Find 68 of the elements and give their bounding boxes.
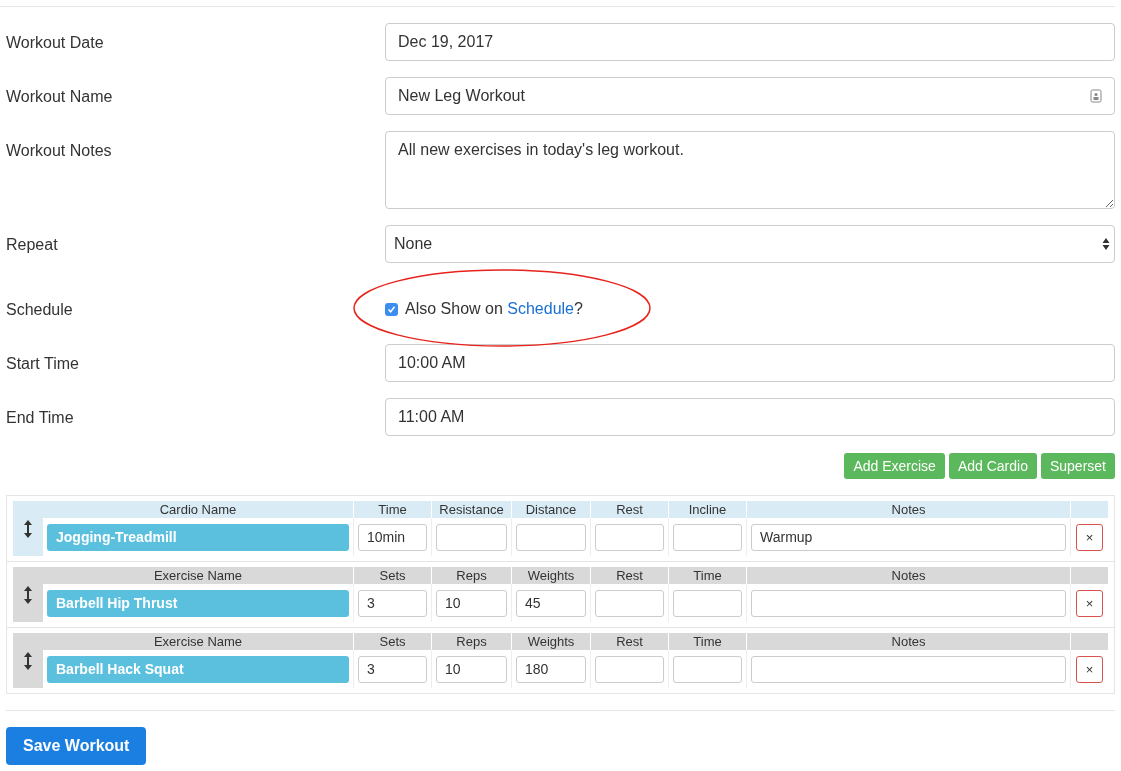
value-field[interactable]: 10min	[358, 523, 427, 551]
value-field[interactable]: 10	[436, 589, 507, 617]
column-header: Notes	[746, 567, 1070, 584]
column-header: Exercise Name	[152, 567, 244, 584]
text-field[interactable]: 11:00 AM	[385, 398, 1115, 436]
schedule-link[interactable]: Schedule	[507, 300, 574, 317]
checkbox[interactable]	[385, 302, 398, 316]
delete-button[interactable]: ×	[1076, 523, 1103, 551]
up-down-arrow-icon	[24, 585, 32, 604]
column-header: Exercise Name	[152, 633, 244, 650]
field-label: Start Time	[6, 355, 79, 372]
field-label: Schedule	[6, 301, 73, 318]
notes-field[interactable]: All new exercises in today's leg workout.	[385, 131, 1115, 209]
checkmark-icon	[387, 304, 396, 314]
value-field[interactable]	[595, 655, 664, 683]
delete-button[interactable]: ×	[1076, 655, 1103, 683]
text-field[interactable]: New Leg Workout	[385, 77, 1115, 115]
up-down-arrow-icon	[24, 651, 32, 670]
field-label: Workout Name	[6, 88, 113, 105]
contact-card-icon[interactable]	[1090, 89, 1102, 103]
notes-field[interactable]	[751, 655, 1066, 683]
notes-field[interactable]: Warmup	[751, 523, 1066, 551]
value-field[interactable]: 3	[358, 589, 427, 617]
column-header: Notes	[746, 501, 1070, 518]
field-label: End Time	[6, 409, 74, 426]
repeat-dropdown[interactable]: None	[385, 225, 1115, 263]
value-field[interactable]	[436, 523, 507, 551]
column-header: Resistance	[431, 501, 511, 518]
delete-button[interactable]: ×	[1076, 589, 1103, 617]
up-down-caret-icon	[1102, 237, 1110, 251]
value-field[interactable]	[595, 589, 664, 617]
value-field[interactable]	[673, 589, 742, 617]
column-header: Rest	[590, 567, 668, 584]
value-field[interactable]: 180	[516, 655, 586, 683]
column-header: Time	[668, 633, 746, 650]
checkbox-label: Also Show on Schedule?	[405, 299, 583, 319]
value-field[interactable]	[595, 523, 664, 551]
value-field[interactable]: 10	[436, 655, 507, 683]
column-header: Weights	[511, 633, 590, 650]
value-field[interactable]	[673, 655, 742, 683]
field-label: Repeat	[6, 236, 58, 253]
drag-handle[interactable]	[13, 567, 43, 622]
field-label: Workout Date	[6, 34, 104, 51]
column-header: Reps	[431, 633, 511, 650]
column-header: Rest	[590, 633, 668, 650]
column-header: Reps	[431, 567, 511, 584]
value-field[interactable]	[673, 523, 742, 551]
column-header: Distance	[511, 501, 590, 518]
drag-handle[interactable]	[13, 633, 43, 688]
drag-handle[interactable]	[13, 501, 43, 556]
column-header: Notes	[746, 633, 1070, 650]
column-header: Sets	[353, 633, 431, 650]
column-header: Rest	[590, 501, 668, 518]
text-field[interactable]: 10:00 AM	[385, 344, 1115, 382]
column-header: Time	[668, 567, 746, 584]
value-field[interactable]: 45	[516, 589, 586, 617]
field-label: Workout Notes	[6, 142, 112, 159]
text-field[interactable]: Dec 19, 2017	[385, 23, 1115, 61]
notes-field[interactable]	[751, 589, 1066, 617]
save-workout-button[interactable]: Save Workout	[6, 727, 147, 765]
up-down-arrow-icon	[24, 519, 32, 538]
value-field[interactable]: 3	[358, 655, 427, 683]
column-header: Time	[353, 501, 431, 518]
column-header: Incline	[668, 501, 746, 518]
column-header: Cardio Name	[158, 501, 238, 518]
column-header: Sets	[353, 567, 431, 584]
value-field[interactable]	[516, 523, 586, 551]
column-header: Weights	[511, 567, 590, 584]
